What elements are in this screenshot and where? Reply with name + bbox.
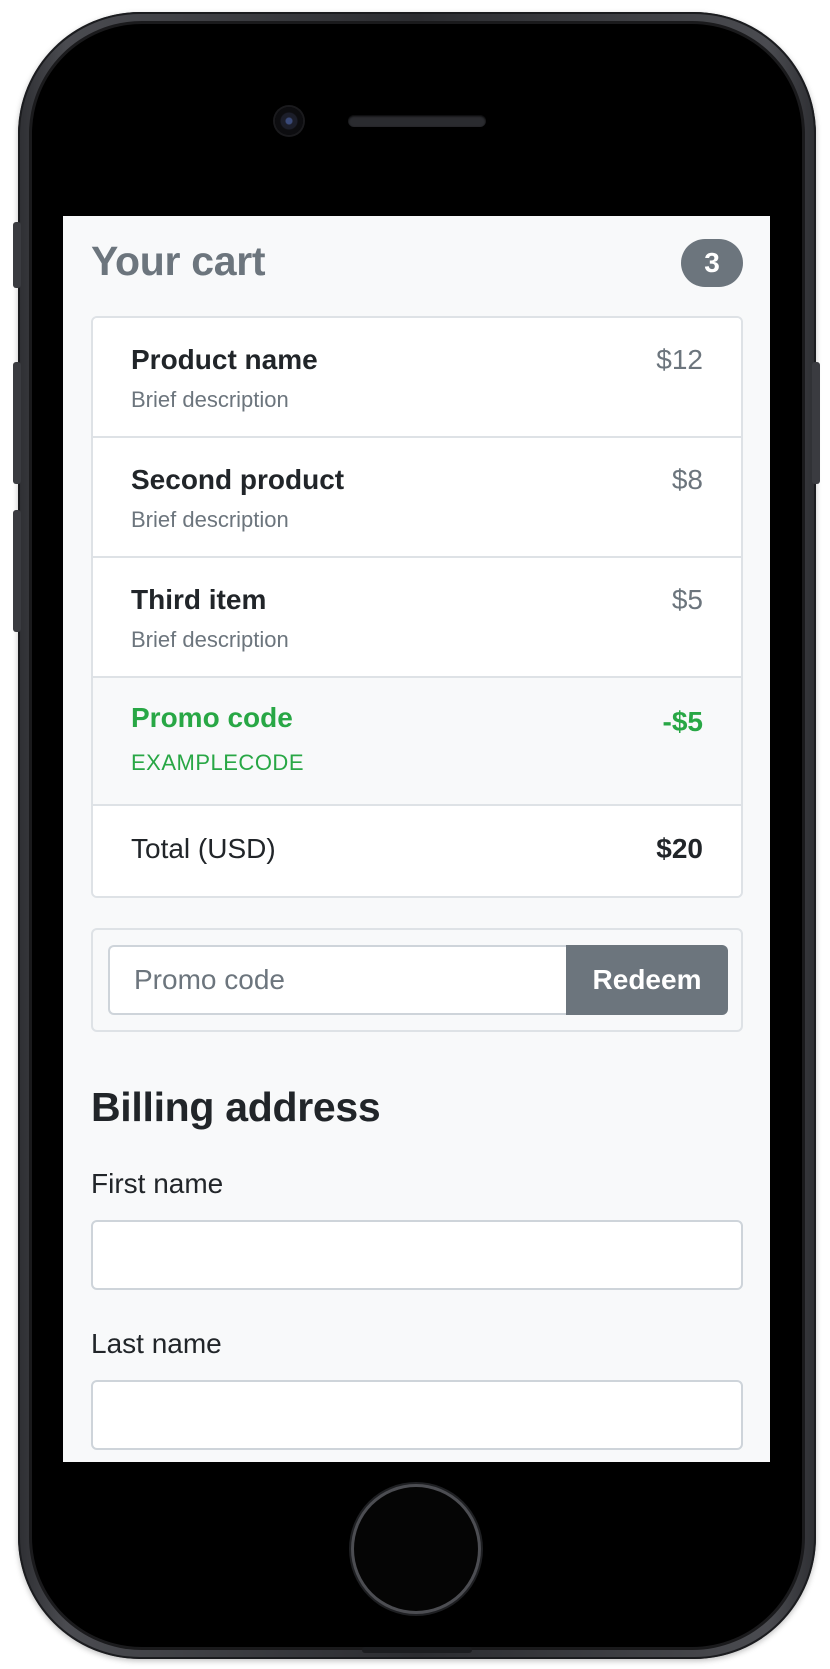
cart-item: Third item Brief description $5 [93, 558, 741, 678]
promo-label: Promo code [131, 702, 293, 733]
promo-discount: -$5 [662, 706, 703, 737]
item-description: Brief description [131, 507, 289, 532]
total-label: Total (USD) [131, 833, 276, 864]
last-name-label: Last name [91, 1328, 222, 1359]
cart-title: Your cart [91, 238, 266, 284]
front-camera-icon [275, 107, 303, 135]
promo-code-input[interactable] [108, 945, 566, 1015]
cart-item: Product name Brief description $12 [93, 318, 741, 438]
promo-form: Redeem [91, 928, 743, 1032]
volume-up-button [13, 362, 21, 484]
volume-down-button [13, 510, 21, 632]
first-name-input[interactable] [91, 1220, 743, 1290]
item-name: Product name [131, 344, 318, 375]
promo-code-value: EXAMPLECODE [131, 750, 304, 775]
item-price: $8 [671, 464, 703, 495]
power-button [812, 362, 820, 484]
item-name: Third item [131, 584, 267, 615]
first-name-label: First name [91, 1168, 224, 1199]
cart-item: Second product Brief description $8 [93, 438, 741, 558]
screen: Your cart 3 Product name Brief descripti… [63, 216, 770, 1462]
earpiece-speaker [348, 115, 486, 127]
promo-row: Promo code EXAMPLECODE -$5 [93, 678, 741, 806]
billing-title: Billing address [91, 1084, 381, 1130]
last-name-input[interactable] [91, 1380, 743, 1450]
cart-header: Your cart 3 [91, 236, 743, 292]
redeem-button[interactable]: Redeem [566, 945, 728, 1015]
mute-switch [13, 222, 21, 288]
item-price: $5 [671, 584, 703, 615]
total-amount: $20 [656, 833, 703, 864]
cart-count-badge: 3 [681, 239, 743, 287]
item-description: Brief description [131, 387, 289, 412]
item-price: $12 [656, 344, 703, 375]
home-button[interactable] [354, 1487, 478, 1611]
bottom-port [362, 1647, 472, 1653]
item-description: Brief description [131, 627, 289, 652]
total-row: Total (USD) $20 [93, 806, 741, 896]
item-name: Second product [131, 464, 345, 495]
cart-list: Product name Brief description $12 Secon… [91, 316, 743, 898]
